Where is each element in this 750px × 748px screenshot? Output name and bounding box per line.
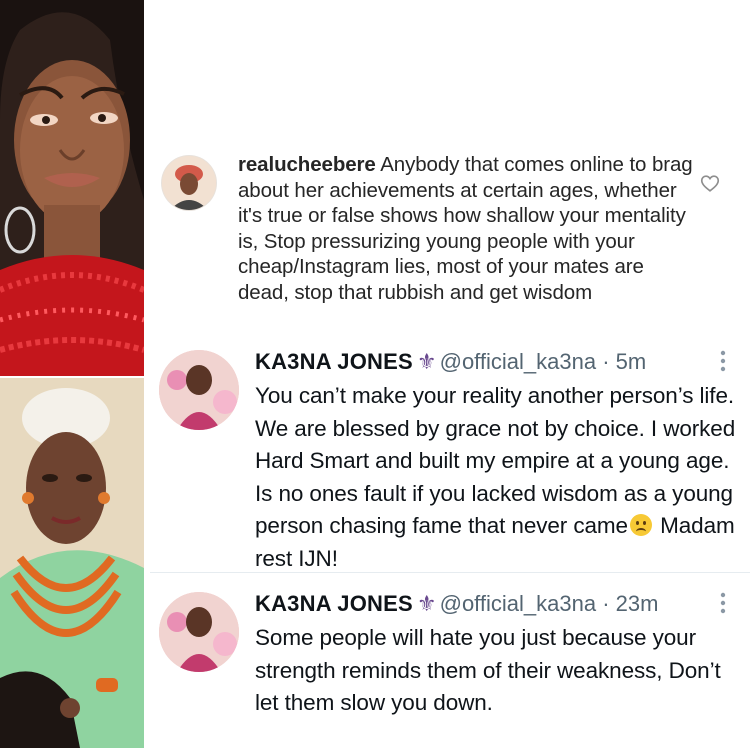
tweet-text: You can’t make your reality another pers… <box>255 380 745 575</box>
separator-dot: · <box>602 349 610 374</box>
tweet-divider <box>150 572 750 573</box>
more-options-icon[interactable] <box>720 350 726 372</box>
handle[interactable]: @official_ka3na <box>440 591 596 616</box>
separator-dot: · <box>602 591 610 616</box>
avatar-image <box>159 592 239 672</box>
tweet-header: KA3NA JONES ⚜ @official_ka3na · 5m <box>255 348 646 376</box>
woman-traditional-attire-photo <box>0 378 144 748</box>
avatar-image <box>162 156 216 210</box>
avatar[interactable] <box>159 350 239 430</box>
timestamp[interactable]: 23m <box>616 591 659 616</box>
worried-face-emoji-icon <box>629 514 652 536</box>
display-name[interactable]: KA3NA JONES <box>255 349 413 374</box>
comment-text-block: realucheebere Anybody that comes online … <box>238 152 698 305</box>
portrait-illustration <box>0 0 144 376</box>
woman-portrait-photo <box>0 0 144 376</box>
left-photo-column <box>0 0 144 748</box>
avatar-image <box>159 350 239 430</box>
comment-username[interactable]: realucheebere <box>238 153 376 176</box>
tweet-text: Some people will hate you just because y… <box>255 625 721 715</box>
avatar[interactable] <box>159 592 239 672</box>
avatar[interactable] <box>162 156 216 210</box>
fleur-de-lis-icon: ⚜ <box>416 591 437 616</box>
traditional-portrait-illustration <box>0 378 144 748</box>
tweet-header: KA3NA JONES ⚜ @official_ka3na · 23m <box>255 590 658 618</box>
tweet[interactable]: KA3NA JONES ⚜ @official_ka3na · 23m Some p… <box>150 580 750 740</box>
handle[interactable]: @official_ka3na <box>440 349 596 374</box>
fleur-de-lis-icon: ⚜ <box>416 349 437 374</box>
display-name[interactable]: KA3NA JONES <box>255 591 413 616</box>
tweet[interactable]: KA3NA JONES ⚜ @official_ka3na · 5m You can… <box>150 338 750 571</box>
heart-icon[interactable] <box>699 172 721 194</box>
more-options-icon[interactable] <box>720 592 726 614</box>
timestamp[interactable]: 5m <box>616 349 647 374</box>
